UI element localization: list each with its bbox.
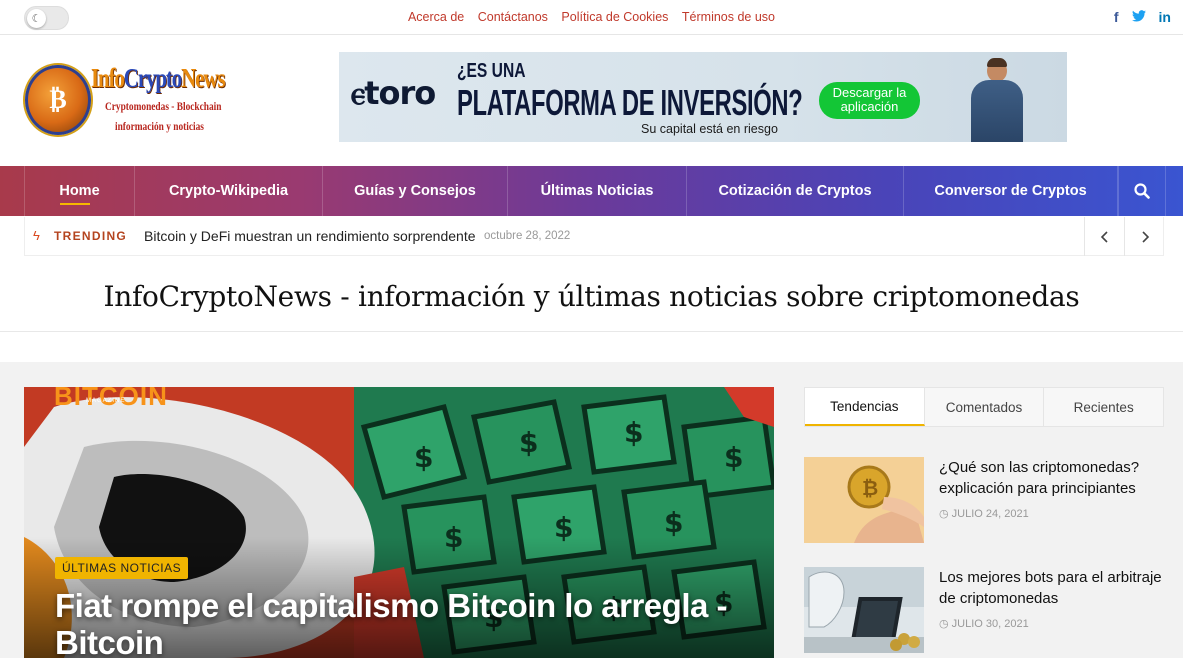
linkedin-icon[interactable]: in xyxy=(1159,9,1171,25)
top-bar: ☾ Acerca de Contáctanos Política de Cook… xyxy=(0,0,1183,35)
logo-tagline-2: información y noticias xyxy=(115,119,204,133)
facebook-icon[interactable]: f xyxy=(1114,9,1119,25)
logo-tagline-1: Cryptomonedas - Blockchain xyxy=(105,99,222,113)
trending-label: TRENDING xyxy=(54,229,128,243)
tab-tendencias[interactable]: Tendencias xyxy=(805,388,925,426)
advertisement-banner[interactable]: ⲉtoro ¿ES UNA PLATAFORMA DE INVERSIÓN? S… xyxy=(339,52,1067,142)
post-thumbnail[interactable]: ₿ xyxy=(804,457,924,543)
ad-download-button[interactable]: Descargar la aplicación xyxy=(819,82,920,119)
link-about[interactable]: Acerca de xyxy=(408,10,464,24)
svg-text:$: $ xyxy=(664,506,683,539)
trending-prev-button[interactable] xyxy=(1084,217,1124,256)
social-links: f in xyxy=(1114,9,1171,25)
svg-text:$: $ xyxy=(414,441,433,474)
site-header: ₿ InfoCryptoNews Cryptomonedas - Blockch… xyxy=(0,36,1183,166)
post-thumbnail[interactable] xyxy=(804,567,924,653)
svg-text:$: $ xyxy=(724,441,743,474)
trending-headline[interactable]: Bitcoin y DeFi muestran un rendimiento s… xyxy=(144,228,476,244)
sidebar-widget: Tendencias Comentados Recientes ₿ ¿Qué s… xyxy=(804,387,1164,658)
nav-conversor-cryptos[interactable]: Conversor de Cryptos xyxy=(904,166,1118,216)
bitcoin-coin-icon: ₿ xyxy=(25,65,91,135)
nav-guias-consejos[interactable]: Guías y Consejos xyxy=(323,166,508,216)
svg-text:$: $ xyxy=(519,426,538,459)
search-button[interactable] xyxy=(1118,166,1166,216)
nav-active-indicator xyxy=(60,203,90,205)
featured-article[interactable]: $ $ $ $ $ $ $ $ $ $ BITCOIN MAGAZINE ÚLT… xyxy=(24,387,774,658)
clock-icon: ◷ xyxy=(939,618,949,630)
trending-next-button[interactable] xyxy=(1124,217,1164,256)
svg-text:$: $ xyxy=(624,416,643,449)
chevron-left-icon xyxy=(1100,230,1108,243)
search-icon xyxy=(1134,183,1150,199)
trending-bar: ϟ TRENDING Bitcoin y DeFi muestran un re… xyxy=(24,217,1164,256)
twitter-icon[interactable] xyxy=(1131,9,1146,25)
sidebar-post[interactable]: ₿ ¿Qué son las criptomonedas? explicació… xyxy=(804,457,1164,543)
logo-wordmark: InfoCryptoNews xyxy=(91,63,226,93)
link-contact[interactable]: Contáctanos xyxy=(478,10,548,24)
sidebar-tabs: Tendencias Comentados Recientes xyxy=(804,387,1164,427)
sidebar-post[interactable]: Los mejores bots para el arbitraje de cr… xyxy=(804,567,1164,653)
svg-text:₿: ₿ xyxy=(862,476,878,500)
ad-headline-1: ¿ES UNA xyxy=(457,60,526,82)
featured-article-title[interactable]: Fiat rompe el capitalismo Bitcoin lo arr… xyxy=(55,587,735,658)
post-title[interactable]: Los mejores bots para el arbitraje de cr… xyxy=(939,567,1164,609)
link-cookies[interactable]: Política de Cookies xyxy=(561,10,668,24)
nav-crypto-wikipedia[interactable]: Crypto-Wikipedia xyxy=(135,166,323,216)
post-date: ◷ JULIO 30, 2021 xyxy=(939,618,1029,630)
tab-comentados[interactable]: Comentados xyxy=(924,388,1045,426)
link-terms[interactable]: Términos de uso xyxy=(682,10,775,24)
top-links: Acerca de Contáctanos Política de Cookie… xyxy=(0,10,1183,24)
trending-date: octubre 28, 2022 xyxy=(484,230,571,242)
nav-home[interactable]: Home xyxy=(24,166,135,216)
site-logo[interactable]: ₿ InfoCryptoNews Cryptomonedas - Blockch… xyxy=(25,63,226,141)
clock-icon: ◷ xyxy=(939,508,949,520)
ad-risk-disclaimer: Su capital está en riesgo xyxy=(641,122,778,136)
ad-headline-2: PLATAFORMA DE INVERSIÓN? xyxy=(457,82,803,123)
tab-recientes[interactable]: Recientes xyxy=(1044,388,1164,426)
main-navigation: Home Crypto-Wikipedia Guías y Consejos Ú… xyxy=(0,166,1183,216)
nav-ultimas-noticias[interactable]: Últimas Noticias xyxy=(508,166,687,216)
nav-cotizacion-cryptos[interactable]: Cotización de Cryptos xyxy=(687,166,904,216)
site-title-section: InfoCryptoNews - información y últimas n… xyxy=(0,258,1183,332)
bitcoin-magazine-sub: MAGAZINE xyxy=(86,398,126,404)
chevron-right-icon xyxy=(1141,230,1149,243)
ad-brand-logo: ⲉtoro xyxy=(351,74,436,112)
lightning-icon: ϟ xyxy=(33,228,40,243)
post-title[interactable]: ¿Qué son las criptomonedas? explicación … xyxy=(939,457,1164,499)
ad-person-image xyxy=(967,58,1025,142)
site-title: InfoCryptoNews - información y últimas n… xyxy=(103,280,1080,313)
category-badge[interactable]: ÚLTIMAS NOTICIAS xyxy=(55,557,189,579)
content-area: $ $ $ $ $ $ $ $ $ $ BITCOIN MAGAZINE ÚLT… xyxy=(0,362,1183,658)
post-date: ◷ JULIO 24, 2021 xyxy=(939,508,1029,520)
